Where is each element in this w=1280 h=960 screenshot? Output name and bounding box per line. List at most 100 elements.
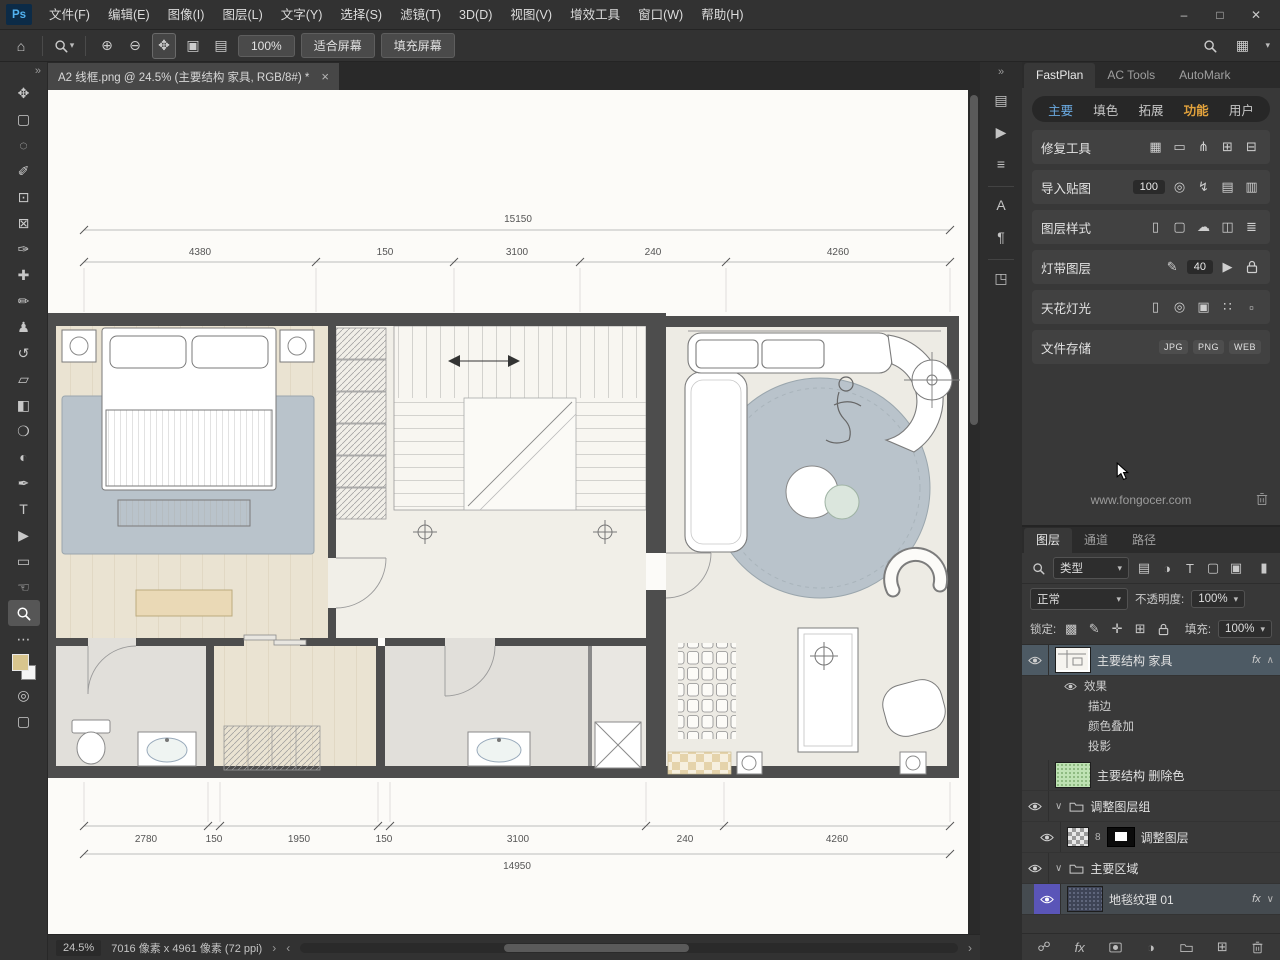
menu-item-3d[interactable]: 3D(D): [450, 0, 501, 30]
layer-row-color-overlay-effect[interactable]: 颜色叠加: [1022, 716, 1280, 736]
path-selection-tool[interactable]: ▶: [8, 522, 40, 548]
chevron-right-icon[interactable]: ›: [272, 941, 276, 955]
chevron-right-icon[interactable]: ›: [968, 941, 972, 955]
minus-square-icon[interactable]: ⊟: [1242, 137, 1261, 157]
minimize-button[interactable]: –: [1166, 0, 1202, 30]
quick-selection-tool[interactable]: ✐: [8, 158, 40, 184]
close-button[interactable]: ✕: [1238, 0, 1274, 30]
layer-name[interactable]: 主要结构 家具: [1097, 652, 1172, 669]
layer-name[interactable]: 地毯纹理 01: [1109, 891, 1174, 908]
vertical-scrollbar[interactable]: [968, 90, 980, 934]
type-tool[interactable]: T: [8, 496, 40, 522]
grid-icon[interactable]: ▦: [1146, 137, 1165, 157]
visibility-eye-icon[interactable]: [1034, 822, 1061, 852]
light-strip-row[interactable]: 灯带图层 ✎ 40 ▶: [1032, 250, 1270, 284]
scrubby-zoom-icon[interactable]: ✥: [152, 32, 176, 59]
menu-item-image[interactable]: 图像(I): [159, 0, 214, 30]
filter-search-icon[interactable]: [1030, 562, 1046, 575]
zoom-all-windows-icon[interactable]: ▤: [210, 34, 232, 58]
blur-tool[interactable]: ❍: [8, 418, 40, 444]
panels-expand-icon[interactable]: »: [998, 66, 1004, 82]
page-icon[interactable]: ▯: [1146, 297, 1165, 317]
tab-automark[interactable]: AutoMark: [1167, 63, 1242, 88]
layer-fx-badge[interactable]: fx ∨: [1252, 893, 1274, 905]
workspace-layout-icon[interactable]: ▦: [1231, 34, 1253, 58]
layer-row-adjustment-group[interactable]: ∨ 调整图层组: [1022, 791, 1280, 822]
search-icon[interactable]: [1199, 34, 1221, 58]
close-tab-icon[interactable]: ×: [321, 69, 329, 84]
pencil-icon[interactable]: ✎: [1163, 257, 1182, 277]
new-layer-icon[interactable]: ⊞: [1214, 939, 1230, 955]
zoom-100-button[interactable]: 100%: [238, 34, 295, 57]
visibility-eye-icon[interactable]: [1022, 791, 1049, 821]
adjustment-layer-icon[interactable]: ◑: [1143, 940, 1159, 955]
layer-thumbnail[interactable]: [1055, 762, 1091, 788]
layer-row-main-structure-furniture[interactable]: 主要结构 家具 fx ∧: [1022, 645, 1280, 676]
edit-toolbar-button[interactable]: ⋯: [8, 626, 40, 652]
move-tool[interactable]: ✥: [8, 80, 40, 106]
resize-window-icon[interactable]: ▣: [182, 34, 204, 58]
zoom-tool[interactable]: [7, 600, 40, 626]
filter-adjustment-icon[interactable]: ◑: [1159, 561, 1175, 576]
layer-thumbnail[interactable]: [1055, 647, 1091, 673]
layer-fx-badge[interactable]: fx ∧: [1252, 654, 1274, 666]
gradient-tool[interactable]: ◧: [8, 392, 40, 418]
layer-row-drop-shadow-effect[interactable]: 投影: [1022, 736, 1280, 756]
layer-row-carpet-texture[interactable]: 地毯纹理 01 fx ∨: [1022, 884, 1280, 915]
eraser-tool[interactable]: ▱: [8, 366, 40, 392]
zoom-out-icon[interactable]: ⊖: [124, 34, 146, 58]
menu-item-type[interactable]: 文字(Y): [272, 0, 332, 30]
mask-thumbnail[interactable]: [1106, 827, 1135, 847]
image-icon[interactable]: ▤: [1218, 177, 1237, 197]
menu-item-select[interactable]: 选择(S): [331, 0, 391, 30]
brush-tool[interactable]: ✏: [8, 288, 40, 314]
menu-item-file[interactable]: 文件(F): [40, 0, 99, 30]
document-tab[interactable]: A2 线框.png @ 24.5% (主要结构 家具, RGB/8#) * ×: [48, 63, 339, 90]
horizontal-scrollbar-thumb[interactable]: [504, 943, 690, 952]
layer-row-main-structure-delete-color[interactable]: 主要结构 删除色: [1022, 760, 1280, 791]
screen-mode-button[interactable]: ▢: [8, 708, 40, 734]
shape-tool[interactable]: ▭: [8, 548, 40, 574]
import-texture-row[interactable]: 导入贴图 100 ◎ ↯ ▤ ▥: [1032, 170, 1270, 204]
toolbar-collapse-icon[interactable]: »: [35, 62, 41, 80]
zoom-tool-icon[interactable]: ▾: [53, 34, 75, 58]
plus-square-icon[interactable]: ⊞: [1218, 137, 1237, 157]
fit-screen-button[interactable]: 适合屏幕: [300, 33, 375, 58]
filter-toggle-icon[interactable]: ▮: [1256, 560, 1272, 576]
document-canvas[interactable]: 15150 4380 150 3100 240 4260 2780 150 19…: [48, 90, 968, 934]
menu-item-edit[interactable]: 编辑(E): [99, 0, 159, 30]
menu-item-layer[interactable]: 图层(L): [213, 0, 271, 30]
paragraph-panel-icon[interactable]: ¶: [986, 223, 1016, 251]
layer-name[interactable]: 调整图层: [1141, 829, 1189, 846]
color-swatches[interactable]: [8, 652, 40, 682]
tab-ac-tools[interactable]: AC Tools: [1095, 63, 1167, 88]
visibility-eye-icon[interactable]: [1022, 645, 1049, 675]
dodge-tool[interactable]: ◐: [8, 444, 40, 470]
lines-icon[interactable]: ≣: [1242, 217, 1261, 237]
subtab-extend[interactable]: 拓展: [1138, 100, 1163, 119]
import-value[interactable]: 100: [1132, 180, 1165, 194]
chevron-down-icon[interactable]: ∨: [1267, 894, 1274, 905]
visibility-eye-icon[interactable]: [1022, 853, 1049, 883]
image-alt-icon[interactable]: ▥: [1242, 177, 1261, 197]
dashed-square-icon[interactable]: ▫: [1242, 297, 1261, 317]
bucket-icon[interactable]: ◫: [1218, 217, 1237, 237]
tab-fastplan[interactable]: FastPlan: [1024, 63, 1096, 88]
menu-item-help[interactable]: 帮助(H): [692, 0, 752, 30]
save-png-button[interactable]: PNG: [1192, 340, 1224, 354]
trash-icon[interactable]: [1256, 492, 1268, 509]
doc-icon[interactable]: ▢: [1170, 217, 1189, 237]
tab-layers[interactable]: 图层: [1024, 528, 1073, 553]
actions-panel-icon[interactable]: ▶: [986, 118, 1016, 146]
dots-icon[interactable]: ∷: [1218, 297, 1237, 317]
layer-row-stroke-effect[interactable]: 描边: [1022, 696, 1280, 716]
clone-stamp-tool[interactable]: ♟: [8, 314, 40, 340]
effects-eye-icon[interactable]: [1062, 680, 1078, 693]
fork-icon[interactable]: ⋔: [1194, 137, 1213, 157]
lock-artboard-icon[interactable]: ⊞: [1132, 621, 1148, 637]
tab-channels[interactable]: 通道: [1072, 528, 1120, 553]
visibility-eye-empty[interactable]: [1022, 760, 1049, 790]
layer-row-main-area-group[interactable]: ∨ 主要区域: [1022, 853, 1280, 884]
fill-screen-button[interactable]: 填充屏幕: [380, 33, 455, 58]
blend-mode-select[interactable]: 正常 ▾: [1030, 588, 1128, 610]
